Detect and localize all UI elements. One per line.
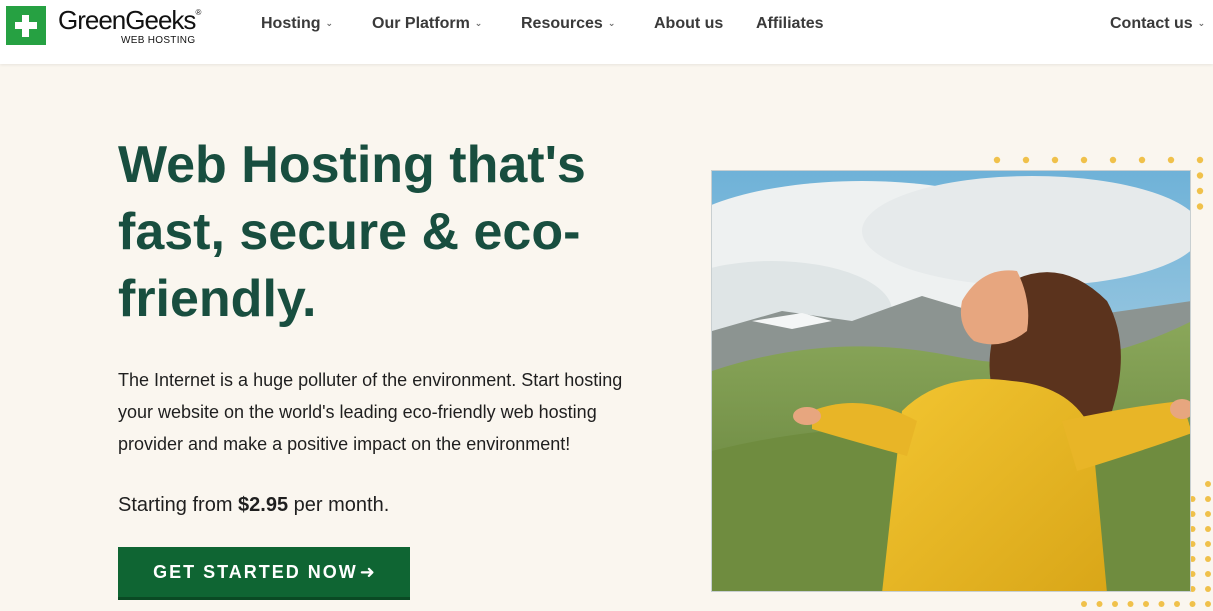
chevron-down-icon: ⌄ <box>607 17 616 28</box>
nav-label-hosting: Hosting <box>261 15 321 32</box>
price-amount: $2.95 <box>238 494 289 516</box>
logo-brand-name: GreenGeeks <box>58 5 196 35</box>
nav-item-resources[interactable]: Resources ⌄ <box>521 14 615 34</box>
chevron-down-icon: ⌄ <box>325 17 334 28</box>
get-started-button[interactable]: GET STARTED NOW ➜ <box>118 547 410 600</box>
registered-mark: ® <box>195 8 202 17</box>
hero-headline: Web Hosting that's fast, secure & eco-fr… <box>118 136 586 328</box>
starting-price: Starting from $2.95 per month. <box>118 494 389 517</box>
price-prefix: Starting from <box>118 494 233 516</box>
plus-icon <box>6 6 46 45</box>
nav-item-about-us[interactable]: About us <box>654 14 723 34</box>
arrow-right-icon: ➜ <box>359 561 375 582</box>
nav-label-contact-us: Contact us <box>1110 15 1193 32</box>
hero-photo <box>711 170 1191 592</box>
chevron-down-icon: ⌄ <box>474 17 483 28</box>
hero-lead-text: The Internet is a huge polluter of the e… <box>118 370 623 454</box>
site-header: GreenGeeks ® WEB HOSTING Hosting ⌄ Our P… <box>0 0 1213 64</box>
nav-item-affiliates[interactable]: Affiliates <box>756 14 824 34</box>
price-suffix: per month. <box>293 494 390 516</box>
nav-item-contact-us[interactable]: Contact us ⌄ <box>1110 14 1205 34</box>
nav-label-about-us: About us <box>654 15 724 32</box>
logo-tagline: WEB HOSTING <box>120 35 196 46</box>
chevron-down-icon: ⌄ <box>1197 17 1206 28</box>
nav-item-our-platform[interactable]: Our Platform ⌄ <box>372 14 482 34</box>
get-started-label: GET STARTED NOW <box>153 561 358 582</box>
greengeeks-logo[interactable]: GreenGeeks ® WEB HOSTING <box>6 5 201 46</box>
nav-label-resources: Resources <box>521 15 603 32</box>
nav-item-hosting[interactable]: Hosting ⌄ <box>261 14 333 34</box>
nav-label-our-platform: Our Platform <box>372 15 470 32</box>
logo-wordmark: GreenGeeks ® WEB HOSTING <box>58 5 201 46</box>
nav-label-affiliates: Affiliates <box>756 15 824 32</box>
